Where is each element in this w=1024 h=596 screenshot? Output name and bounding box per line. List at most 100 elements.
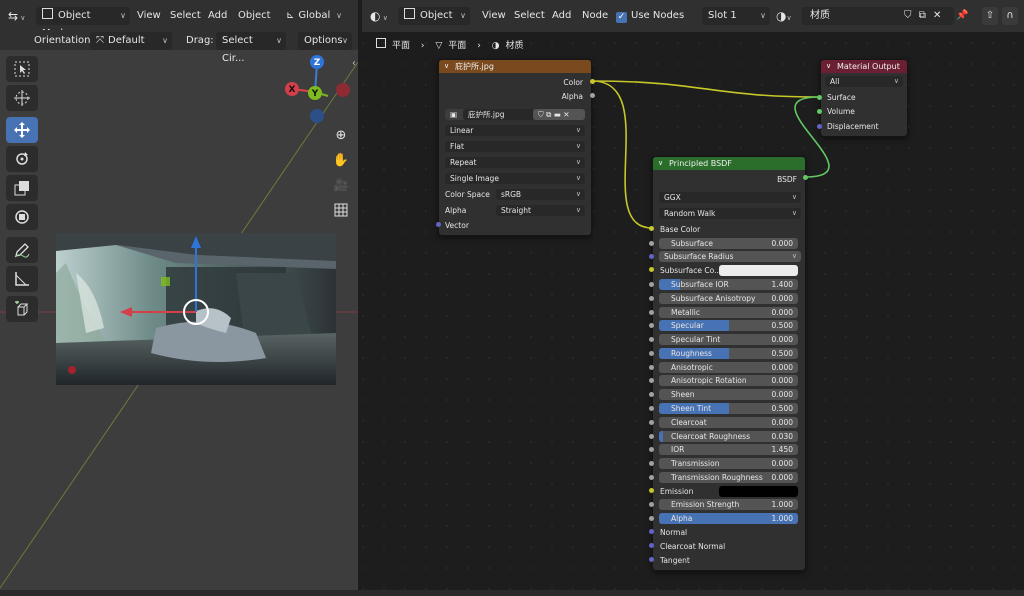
shader-node-editor[interactable]: ◐ ∨ Object ∨ View Select Add Node ✓ Use No… [362,0,1024,590]
param-field-subsurface-ior[interactable]: Subsurface IOR 1.400 [659,279,798,290]
socket-input[interactable] [649,365,654,370]
socket-input[interactable] [649,296,654,301]
socket-input[interactable] [649,323,654,328]
socket-bsdf-output[interactable] [803,175,808,180]
socket-input[interactable] [649,543,654,548]
socket-input[interactable] [649,529,654,534]
socket-input[interactable] [649,420,654,425]
3d-viewport[interactable]: ⇆ ∨ Object Mode∨ View Select Add Object … [0,0,358,590]
socket-input[interactable] [649,516,654,521]
param-field-ior[interactable]: IOR 1.450 [659,444,798,455]
param-field-anisotropic-rotation[interactable]: Anisotropic Rotation 0.000 [659,375,798,386]
image-name-field[interactable]: 庇护所.jpg [463,109,534,120]
param-field-specular[interactable]: Specular 0.500 [659,320,798,331]
socket-surface-input[interactable] [817,95,822,100]
move-tool-button[interactable] [6,117,38,143]
socket-input[interactable] [649,241,654,246]
socket-alpha-output[interactable] [590,93,595,98]
param-field-clearcoat[interactable]: Clearcoat 0.000 [659,417,798,428]
navigation-gizmo[interactable]: Z X Y [280,52,358,124]
principled-bsdf-node[interactable]: Principled BSDF BSDF GGX∨ Random Walk∨ B… [652,156,806,571]
add-cube-tool-button[interactable] [6,296,38,322]
rotate-tool-button[interactable] [6,146,38,172]
socket-input[interactable] [649,475,654,480]
param-field-metallic[interactable]: Metallic 0.000 [659,307,798,318]
transform-tool-button[interactable] [6,204,38,230]
socket-vector-input[interactable] [436,222,441,227]
menu-object[interactable]: Object [238,7,271,25]
socket-input[interactable] [649,267,654,272]
alpha-field[interactable]: Alpha 1.000 [659,513,798,524]
param-field-specular-tint[interactable]: Specular Tint 0.000 [659,334,798,345]
param-field-sheen[interactable]: Sheen 0.000 [659,389,798,400]
material-output-node[interactable]: Material Output All∨ Surface Volume Disp… [820,59,908,137]
menu-view[interactable]: View [137,7,161,25]
socket-input[interactable] [649,461,654,466]
image-node-title[interactable]: 庇护所.jpg [439,60,591,73]
projection-dropdown[interactable]: Flat ∨ [445,141,585,152]
transform-orientation-dropdown[interactable]: ⊾ Global ∨ [286,7,346,25]
drag-dropdown[interactable]: Select Cir... ∨ [216,32,286,64]
socket-input[interactable] [649,226,654,231]
menu-select[interactable]: Select [170,7,201,25]
options-dropdown[interactable]: Options ∨ [298,32,352,50]
socket-color-output[interactable] [590,79,595,84]
select-tool-button[interactable] [6,56,38,82]
zoom-button[interactable]: ⊕ [330,124,352,146]
menu-add[interactable]: Add [208,7,227,25]
perspective-toggle-button[interactable] [330,199,352,221]
subsurface-method-dropdown[interactable]: Random Walk ∨ [659,208,801,219]
param-field-subsurface-anisotropy[interactable]: Subsurface Anisotropy 0.000 [659,293,798,304]
image-texture-node[interactable]: 庇护所.jpg Color Alpha ▣ 庇护所.jpg ⛉ ⧉ ▬ ✕ Li… [438,59,592,236]
subsurface-color-swatch[interactable] [719,265,798,276]
cursor-tool-button[interactable] [6,85,38,111]
param-field-anisotropic[interactable]: Anisotropic 0.000 [659,362,798,373]
param-field-roughness[interactable]: Roughness 0.500 [659,348,798,359]
param-field-transmission-roughness[interactable]: Transmission Roughness 0.000 [659,472,798,483]
source-dropdown[interactable]: Single Image ∨ [445,173,585,184]
socket-input[interactable] [649,254,654,259]
distribution-dropdown[interactable]: GGX ∨ [659,192,801,203]
socket-input[interactable] [649,557,654,562]
socket-input[interactable] [649,488,654,493]
interpolation-dropdown[interactable]: Linear ∨ [445,125,585,136]
move-gizmo[interactable] [110,234,230,334]
socket-input[interactable] [649,351,654,356]
duplicate-icon[interactable]: ⧉ [546,110,551,119]
shield-icon[interactable]: ⛉ [538,110,544,119]
color-space-dropdown[interactable]: sRGB ∨ [496,189,585,200]
socket-input[interactable] [649,434,654,439]
socket-input[interactable] [649,282,654,287]
close-icon[interactable]: ✕ [563,110,569,119]
socket-input[interactable] [649,310,654,315]
camera-view-button[interactable]: 🎥 [330,174,352,196]
socket-input[interactable] [649,337,654,342]
region-collapse-handle[interactable]: ‹ [352,58,360,72]
extension-dropdown[interactable]: Repeat ∨ [445,157,585,168]
param-field-subsurface[interactable]: Subsurface 0.000 [659,238,798,249]
param-field-clearcoat-roughness[interactable]: Clearcoat Roughness 0.030 [659,431,798,442]
socket-input[interactable] [649,392,654,397]
socket-input[interactable] [649,502,654,507]
emission-strength-field[interactable]: Emission Strength 1.000 [659,499,798,510]
material-output-title[interactable]: Material Output [821,60,907,73]
socket-input[interactable] [649,447,654,452]
socket-input[interactable] [649,378,654,383]
alpha-mode-dropdown[interactable]: Straight ∨ [496,205,585,216]
param-field-transmission[interactable]: Transmission 0.000 [659,458,798,469]
socket-displacement-input[interactable] [817,124,822,129]
output-target-dropdown[interactable]: All ∨ [825,76,903,87]
param-field-sheen-tint[interactable]: Sheen Tint 0.500 [659,403,798,414]
emission-color-swatch[interactable] [719,486,798,497]
socket-input[interactable] [649,406,654,411]
measure-tool-button[interactable] [6,266,38,292]
bsdf-title[interactable]: Principled BSDF [653,157,805,170]
annotate-tool-button[interactable] [6,237,38,263]
scale-tool-button[interactable] [6,175,38,201]
orientation-dropdown[interactable]: ⤧ Default ∨ [90,32,172,50]
subsurface-radius-dropdown[interactable]: Subsurface Radius ∨ [659,251,801,262]
folder-icon[interactable]: ▬ [554,110,561,119]
socket-volume-input[interactable] [817,109,822,114]
editor-type-button[interactable]: ⇆ ∨ [8,7,25,25]
pan-button[interactable]: ✋ [330,149,352,171]
